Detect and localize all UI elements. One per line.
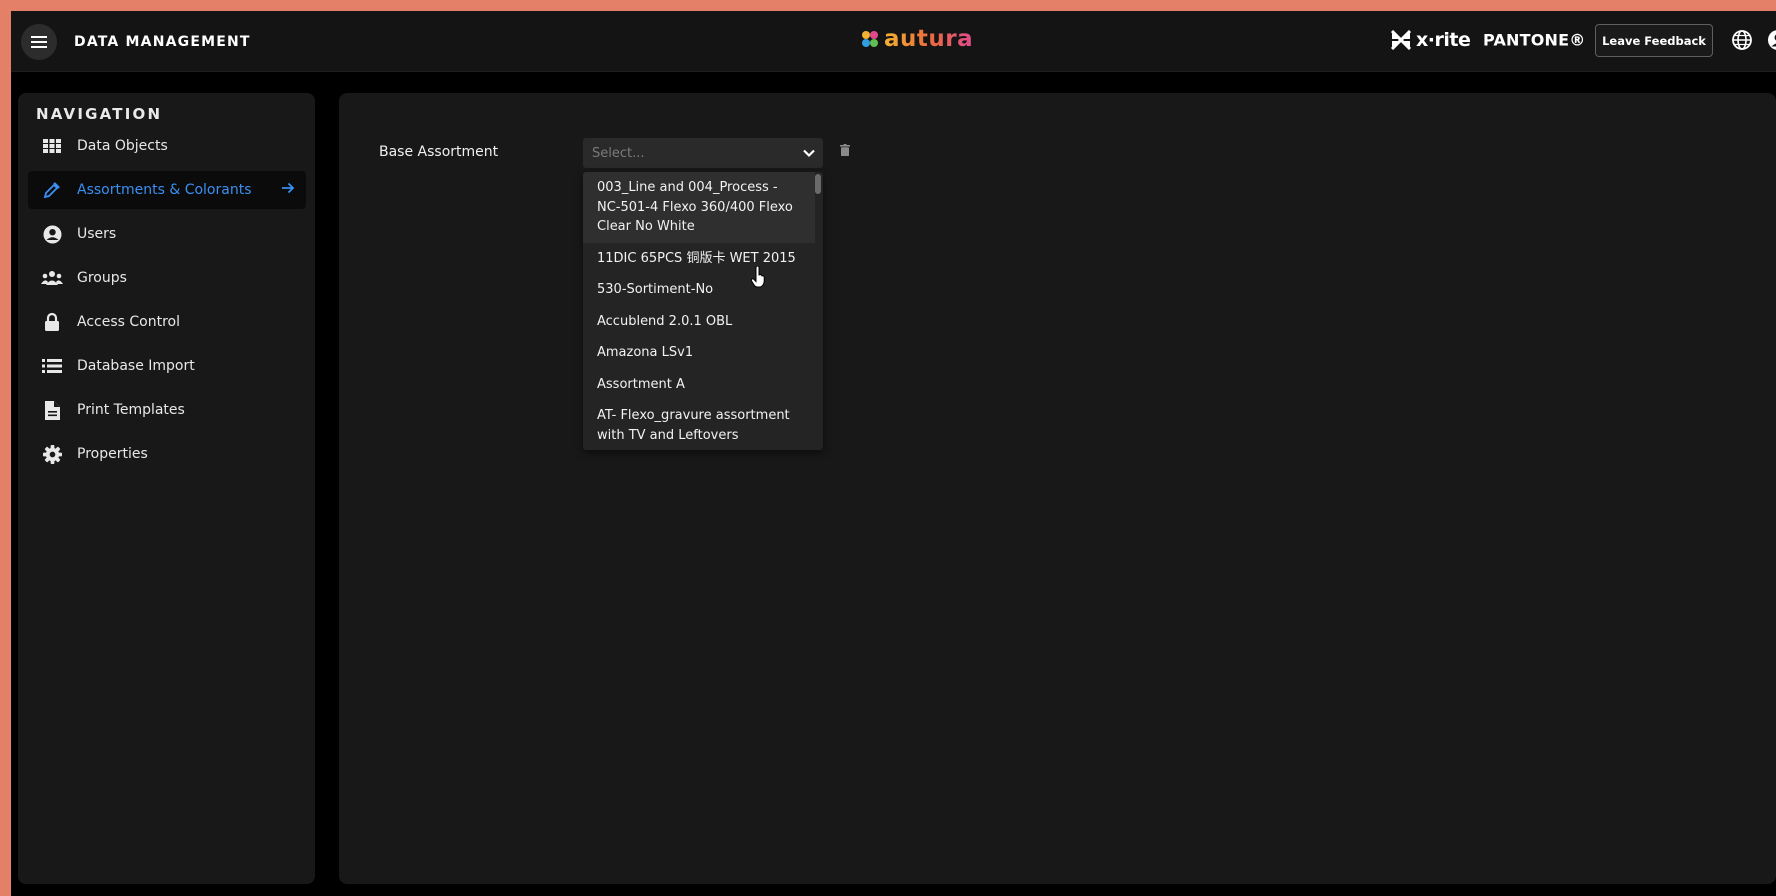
document-icon xyxy=(41,399,63,421)
sidebar-item-label: Assortments & Colorants xyxy=(77,182,252,198)
top-bar: DATA MANAGEMENT autura x·rite PANTONE® L… xyxy=(11,11,1776,72)
trash-icon[interactable] xyxy=(840,144,850,156)
sidebar-item-label: Users xyxy=(77,226,117,242)
sidebar-item-database-import[interactable]: Database Import xyxy=(28,347,306,385)
dropdown-option[interactable]: 530-Sortiment-No xyxy=(583,274,815,306)
xrite-mark-icon xyxy=(1391,30,1411,50)
sidebar: NAVIGATION Data Objects Assortments & Co… xyxy=(18,93,315,884)
sidebar-item-access-control[interactable]: Access Control xyxy=(28,303,306,341)
sidebar-item-assortments-colorants[interactable]: Assortments & Colorants xyxy=(28,171,306,209)
menu-button[interactable] xyxy=(21,24,57,60)
base-assortment-select[interactable]: Select... xyxy=(583,138,823,168)
main-panel: Base Assortment Select... 003_Line and 0… xyxy=(339,93,1776,884)
dropper-icon xyxy=(41,179,63,201)
arrow-right-icon xyxy=(282,182,295,194)
sidebar-item-label: Properties xyxy=(77,446,148,462)
hand-cursor-icon xyxy=(751,266,765,288)
group-icon xyxy=(41,267,63,289)
sidebar-item-label: Groups xyxy=(77,270,127,286)
nav-list: Data Objects Assortments & Colorants Use… xyxy=(28,127,306,479)
sidebar-item-label: Access Control xyxy=(77,314,180,330)
sidebar-item-data-objects[interactable]: Data Objects xyxy=(28,127,306,165)
sidebar-item-label: Data Objects xyxy=(77,138,168,154)
globe-icon[interactable] xyxy=(1731,29,1753,51)
dropdown-option[interactable]: Accublend 2.0.1 OBL xyxy=(583,306,815,338)
dropdown-option[interactable]: Amazona LSv1 xyxy=(583,337,815,369)
dropdown-option[interactable]: AT- Flexo_gravure assortment with TV and… xyxy=(583,400,815,450)
sidebar-item-users[interactable]: Users xyxy=(28,215,306,253)
grid-icon xyxy=(41,135,63,157)
gear-icon xyxy=(41,443,63,465)
base-assortment-label: Base Assortment xyxy=(379,144,499,160)
xrite-logo: x·rite xyxy=(1391,29,1471,51)
leave-feedback-button[interactable]: Leave Feedback xyxy=(1595,24,1713,57)
autura-logo-text: autura xyxy=(884,26,974,52)
sidebar-item-label: Print Templates xyxy=(77,402,185,418)
sidebar-item-properties[interactable]: Properties xyxy=(28,435,306,473)
lock-icon xyxy=(41,311,63,333)
dropdown-option[interactable]: 11DIC 65PCS 铜版卡 WET 2015 xyxy=(583,243,815,275)
menu-icon xyxy=(31,36,47,48)
user-circle-icon xyxy=(41,223,63,245)
app-window: DATA MANAGEMENT autura x·rite PANTONE® L… xyxy=(11,11,1776,896)
sidebar-item-groups[interactable]: Groups xyxy=(28,259,306,297)
select-placeholder: Select... xyxy=(592,145,645,161)
autura-logo-mark-icon xyxy=(862,31,878,47)
dropdown-scrollbar[interactable] xyxy=(815,174,821,194)
dropdown-option[interactable]: 003_Line and 004_Process - NC-501-4 Flex… xyxy=(583,172,815,243)
chevron-down-icon xyxy=(803,149,815,158)
user-icon[interactable] xyxy=(1767,29,1776,51)
pantone-logo: PANTONE® xyxy=(1483,30,1586,50)
sidebar-item-label: Database Import xyxy=(77,358,195,374)
app-title: DATA MANAGEMENT xyxy=(74,34,251,50)
list-icon xyxy=(41,355,63,377)
dropdown-option[interactable]: Assortment A xyxy=(583,369,815,401)
sidebar-item-print-templates[interactable]: Print Templates xyxy=(28,391,306,429)
nav-heading: NAVIGATION xyxy=(36,105,163,123)
autura-logo[interactable]: autura xyxy=(860,26,973,52)
xrite-logo-text: x·rite xyxy=(1416,29,1471,51)
base-assortment-dropdown[interactable]: 003_Line and 004_Process - NC-501-4 Flex… xyxy=(583,172,823,450)
